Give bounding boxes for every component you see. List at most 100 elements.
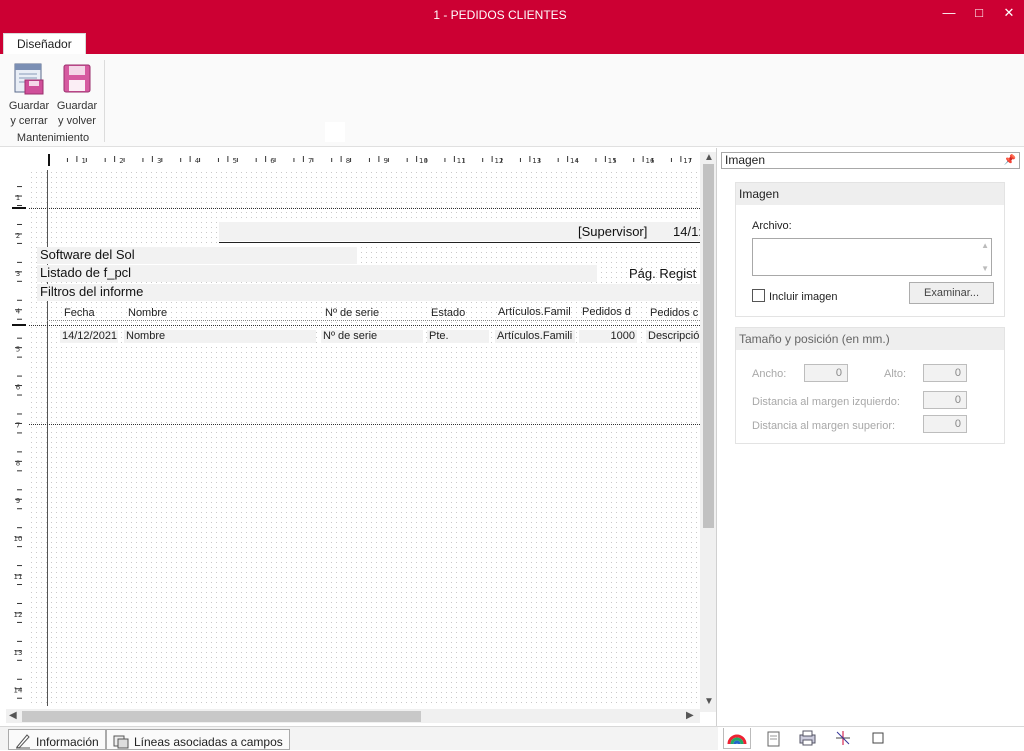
height-input[interactable]: 0 (923, 364, 967, 382)
ruler-label: 7 (16, 421, 20, 429)
vertical-scroll-thumb[interactable] (703, 164, 714, 528)
width-label: Ancho: (752, 368, 787, 380)
ruler-label: 14 (570, 157, 579, 165)
detail-field[interactable]: Nombre (124, 330, 316, 343)
image-group-header: Imagen (736, 183, 1004, 205)
printer-tab[interactable] (794, 728, 822, 749)
browse-button[interactable]: Examinar... (909, 282, 994, 304)
band-separator (29, 325, 700, 326)
detail-field[interactable]: Artículos.Famili (495, 330, 575, 343)
column-header[interactable]: Estado (431, 307, 465, 319)
layout-axes-icon (836, 731, 850, 745)
ruler-label: 10 (14, 535, 23, 543)
scroll-right-arrow[interactable]: ▶ (686, 710, 694, 722)
save-close-label-2: y cerrar (10, 115, 48, 127)
property-tabs (718, 726, 1024, 750)
ruler-label: 9 (16, 497, 20, 505)
ruler-label: 4 (195, 157, 200, 165)
report-canvas[interactable]: [Supervisor] 14/1: Software del Sol List… (29, 170, 700, 706)
file-label: Archivo: (752, 220, 792, 232)
ribbon-tab-strip: Diseñador (0, 30, 1024, 54)
column-header[interactable]: Nombre (128, 307, 167, 319)
column-header[interactable]: Pedidos c (650, 307, 698, 319)
detail-field[interactable]: 14/12/2021 (60, 330, 118, 343)
vertical-scrollbar[interactable]: ▲ ▼ (700, 152, 716, 712)
ruler-label: 8 (346, 157, 350, 165)
ruler-label: 14 (14, 687, 23, 695)
tab-designer[interactable]: Diseñador (3, 33, 86, 54)
ruler-label: 5 (233, 157, 237, 165)
image-group: Imagen Archivo: ▲ ▼ Incluir imagen Exami… (735, 182, 1005, 317)
column-header[interactable]: Artículos.Famil (498, 306, 571, 318)
left-margin-label: Distancia al margen izquierdo: (752, 396, 900, 408)
pin-icon[interactable]: 📌 (1004, 153, 1016, 168)
detail-field[interactable]: 1000 (579, 330, 637, 343)
column-header-underline (47, 320, 700, 321)
checkbox-tab[interactable] (865, 728, 893, 749)
company-name-field[interactable]: Software del Sol (37, 247, 357, 264)
floppy-disk-icon (63, 64, 91, 93)
header-underline (219, 242, 700, 243)
save-and-close-button[interactable]: Guardar y cerrar (6, 62, 52, 129)
height-label: Alto: (884, 368, 907, 380)
tab-linked-lines[interactable]: Líneas asociadas a campos (106, 729, 290, 750)
size-position-group: Tamaño y posición (en mm.) Ancho: 0 Alto… (735, 327, 1005, 444)
chevron-down-icon[interactable]: ▼ (981, 264, 989, 273)
scroll-left-arrow[interactable]: ◀ (9, 710, 17, 722)
ruler-margin-marker[interactable] (48, 154, 50, 166)
left-margin-input[interactable]: 0 (923, 391, 967, 409)
save-close-label-1: Guardar (8, 100, 50, 112)
top-margin-input[interactable]: 0 (923, 415, 967, 433)
ruler-label: 13 (532, 157, 541, 165)
maximize-button[interactable]: □ (966, 4, 992, 22)
ruler-label: 11 (457, 157, 466, 165)
column-header[interactable]: Pedidos d (582, 306, 631, 318)
detail-field[interactable]: Nº de serie (321, 330, 423, 343)
ruler-label: 11 (14, 573, 23, 581)
properties-panel: Imagen 📌 Imagen Archivo: ▲ ▼ Incluir ima… (718, 148, 1024, 726)
document-tab[interactable] (760, 728, 788, 749)
include-image-checkbox[interactable] (752, 289, 765, 302)
object-selector[interactable]: Imagen 📌 (721, 152, 1020, 169)
include-image-label: Incluir imagen (769, 291, 838, 303)
report-filters-field[interactable]: Filtros del informe (37, 284, 700, 301)
tab-linked-lines-label: Líneas asociadas a campos (134, 735, 283, 749)
listing-title-field[interactable]: Listado de f_pcl (37, 265, 597, 282)
horizontal-scroll-thumb[interactable] (22, 711, 421, 722)
save-and-return-button[interactable]: Guardar y volver (54, 62, 100, 129)
ruler-label: 1 (16, 194, 20, 202)
file-input[interactable]: ▲ ▼ (752, 238, 992, 276)
ribbon-group-separator (104, 60, 105, 142)
detail-field[interactable]: Pte. (427, 330, 489, 343)
chevron-up-icon[interactable]: ▲ (981, 241, 989, 250)
minimize-button[interactable]: — (936, 4, 962, 22)
close-button[interactable]: ✕ (996, 4, 1022, 22)
size-group-header: Tamaño y posición (en mm.) (736, 328, 1004, 350)
detail-field[interactable]: Descripció (646, 330, 700, 343)
tab-information[interactable]: Información (8, 729, 106, 750)
ruler-label: 12 (14, 611, 23, 619)
layout-tab[interactable] (830, 728, 858, 749)
width-input[interactable]: 0 (804, 364, 848, 382)
scroll-down-arrow[interactable]: ▼ (704, 696, 714, 708)
ruler-label: 12 (495, 157, 504, 165)
linked-lines-icon (113, 735, 129, 749)
band-marker[interactable] (12, 324, 26, 326)
column-header[interactable]: Fecha (64, 307, 95, 319)
ruler-label: 9 (384, 157, 388, 165)
ruler-label: 16 (646, 157, 655, 165)
band-marker[interactable] (12, 207, 26, 209)
date-header-field[interactable]: 14/1: (673, 224, 700, 239)
ruler-label: 3 (157, 157, 161, 165)
scroll-up-arrow[interactable]: ▲ (704, 152, 714, 164)
supervisor-field[interactable]: [Supervisor] (578, 224, 647, 239)
column-header[interactable]: Nº de serie (325, 307, 379, 319)
band-separator (29, 208, 700, 209)
save-return-label-2: y volver (58, 115, 96, 127)
band-separator (29, 424, 700, 425)
page-number-field[interactable]: Pág. Regist (629, 266, 696, 281)
color-palette-tab[interactable] (723, 728, 751, 749)
object-selector-value: Imagen (725, 153, 766, 167)
horizontal-scrollbar[interactable]: ◀ ▶ (6, 709, 700, 723)
ruler-label: 4 (16, 308, 21, 316)
